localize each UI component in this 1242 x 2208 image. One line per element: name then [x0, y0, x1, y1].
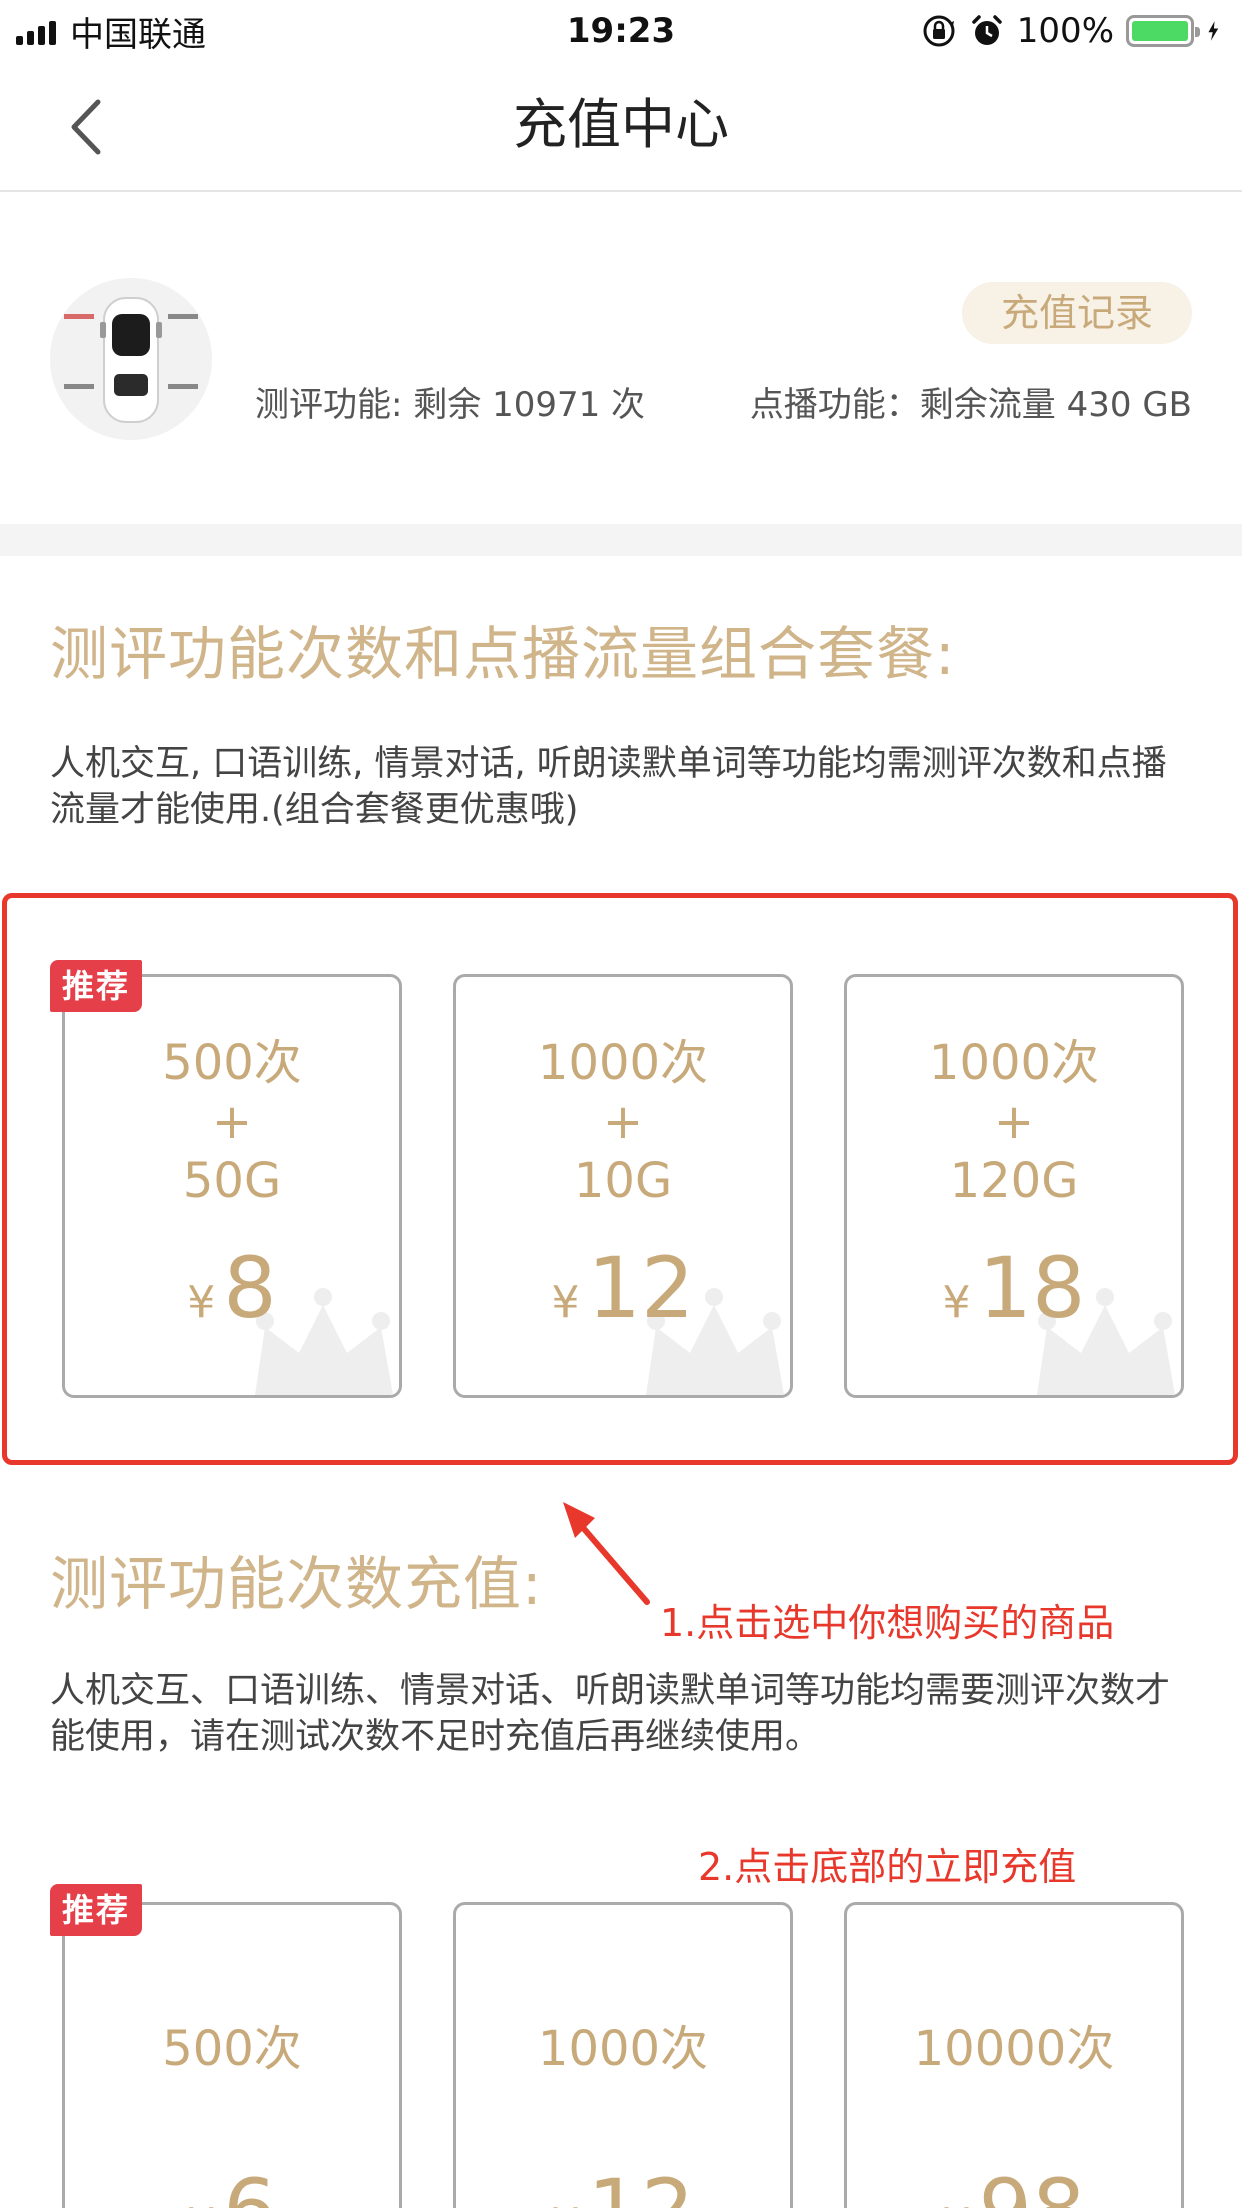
- status-right: 100%: [921, 8, 1228, 54]
- price-value: 8: [223, 1239, 277, 1337]
- page-title: 充值中心: [513, 93, 729, 156]
- price-value: 18: [978, 1239, 1086, 1337]
- package-data: 50G: [182, 1153, 282, 1209]
- package-price: ¥12: [456, 2161, 790, 2208]
- eval-section-title: 测评功能次数充值:: [50, 1550, 543, 1618]
- combo-section-description: 人机交互, 口语训练, 情景对话, 听朗读默单词等功能均需测评次数和点播流量才能…: [50, 744, 1167, 830]
- package-price: ¥18: [847, 1239, 1181, 1337]
- package-data: 10G: [573, 1153, 673, 1209]
- currency-symbol: ¥: [552, 2199, 580, 2208]
- annotation-step-1: 1.点击选中你想购买的商品: [660, 1601, 1115, 1645]
- charging-icon: [1208, 21, 1219, 41]
- section-divider: [0, 524, 1242, 556]
- package-price: ¥6: [65, 2161, 399, 2208]
- battery-percentage: 100%: [1016, 11, 1114, 51]
- price-value: 6: [223, 2161, 276, 2208]
- recommend-badge: 推荐: [50, 1884, 142, 1936]
- package-count: 1000次: [537, 2021, 709, 2077]
- eval-remaining-text: 测评功能: 剩余 10971 次: [255, 385, 646, 425]
- package-count: 500次: [162, 1035, 302, 1091]
- avatar: [50, 278, 212, 440]
- eval-section-description: 人机交互、口语训练、情景对话、听朗读默单词等功能均需要测评次数才能使用，请在测试…: [50, 1671, 1171, 1757]
- combo-package-card-1[interactable]: 500次 + 50G ¥8: [62, 974, 402, 1398]
- price-value: 98: [979, 2161, 1086, 2208]
- package-data: 120G: [949, 1153, 1079, 1209]
- alarm-icon: [972, 15, 1002, 45]
- currency-symbol: ¥: [187, 1277, 216, 1328]
- package-price: ¥12: [456, 1239, 790, 1337]
- package-price: ¥8: [65, 1239, 399, 1337]
- eval-package-card-2[interactable]: 1000次 ¥12: [453, 1902, 793, 2208]
- eval-package-card-3[interactable]: 10000次 ¥98: [844, 1902, 1184, 2208]
- currency-symbol: ¥: [551, 1277, 580, 1328]
- package-count: 1000次: [537, 1035, 709, 1091]
- package-count: 1000次: [928, 1035, 1100, 1091]
- recharge-history-button[interactable]: 充值记录: [962, 282, 1192, 344]
- package-count: 10000次: [913, 2021, 1115, 2077]
- recommend-badge: 推荐: [50, 960, 142, 1012]
- package-count: 500次: [162, 2021, 302, 2077]
- currency-symbol: ¥: [187, 2199, 215, 2208]
- rotation-lock-icon: [923, 15, 955, 47]
- price-value: 12: [587, 1239, 695, 1337]
- combo-section-title: 测评功能次数和点播流量组合套餐:: [50, 620, 956, 688]
- currency-symbol: ¥: [943, 2199, 971, 2208]
- nav-bar: 充值中心: [0, 62, 1242, 192]
- eval-package-card-1[interactable]: 500次 ¥6: [62, 1902, 402, 2208]
- package-plus: +: [993, 1094, 1035, 1150]
- battery-icon: [1126, 15, 1200, 47]
- currency-symbol: ¥: [942, 1277, 971, 1328]
- vod-remaining-text: 点播功能：剩余流量 430 GB: [749, 385, 1192, 425]
- package-plus: +: [211, 1094, 253, 1150]
- annotation-arrow-icon: [563, 1502, 650, 1605]
- combo-package-card-3[interactable]: 1000次 + 120G ¥18: [844, 974, 1184, 1398]
- car-image: [50, 278, 212, 440]
- package-price: ¥98: [847, 2161, 1181, 2208]
- status-bar: 中国联通 19:23 100%: [0, 0, 1242, 62]
- combo-package-card-2[interactable]: 1000次 + 10G ¥12: [453, 974, 793, 1398]
- package-plus: +: [602, 1094, 644, 1150]
- price-value: 12: [588, 2161, 695, 2208]
- account-summary: 充值记录 测评功能: 剩余 10971 次 点播功能：剩余流量 430 GB: [0, 194, 1242, 524]
- annotation-step-2: 2.点击底部的立即充值: [698, 1845, 1077, 1889]
